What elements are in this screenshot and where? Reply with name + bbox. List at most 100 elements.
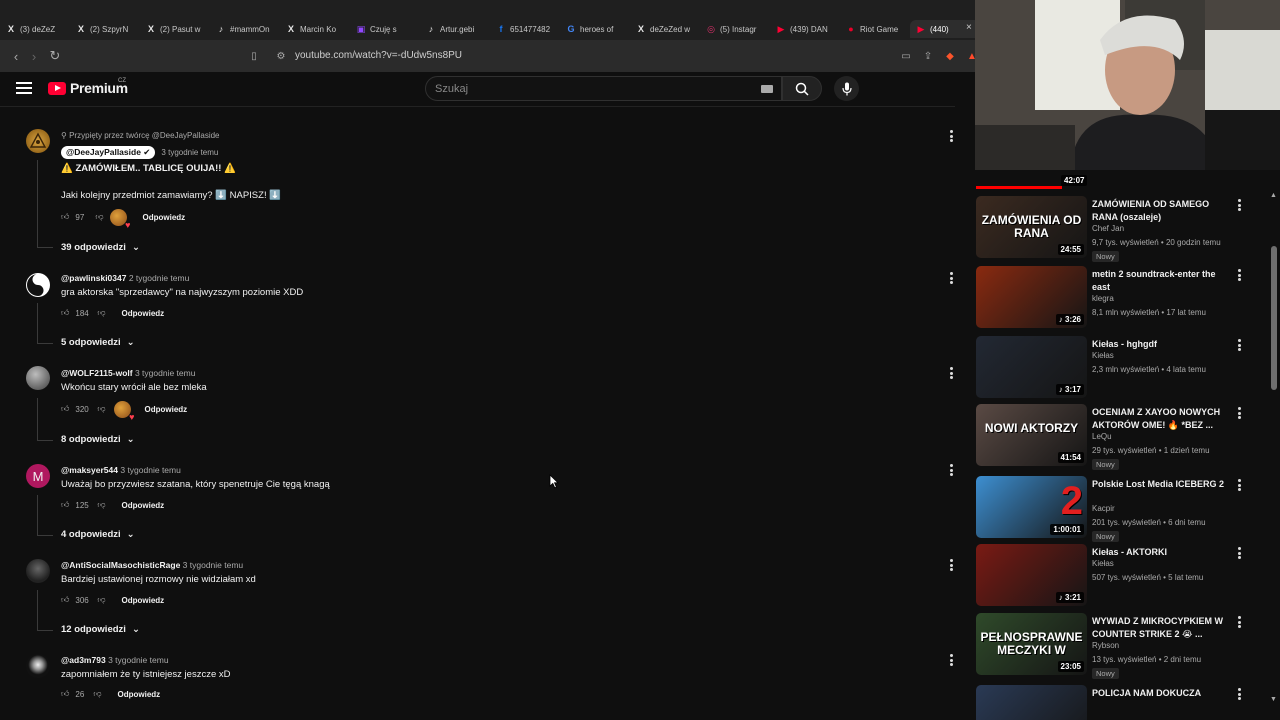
video-title[interactable]: Kiełas - AKTORKI (1092, 546, 1232, 559)
browser-tab[interactable]: X Marcin Ko (280, 20, 350, 38)
share-icon[interactable]: ⇪ (920, 47, 936, 65)
forward-icon[interactable]: › (24, 46, 44, 66)
avatar[interactable] (26, 654, 50, 678)
browser-tab[interactable]: ♪ #mammOn (210, 20, 280, 38)
recommended-video-card[interactable]: ♪ 3:26 metin 2 soundtrack-enter the east k… (975, 266, 1275, 330)
author-name[interactable]: @maksyer544 (61, 465, 118, 475)
browser-tab[interactable]: ♪ Artur.gebi (420, 20, 490, 38)
recommended-video-card[interactable]: NOWI AKTORZY 41:54 OCENIAM Z XAYOO NOWYCH … (975, 404, 1275, 470)
brave-shield-icon[interactable]: ◆ (942, 47, 958, 65)
browser-tab[interactable]: X (3) deZeZ (0, 20, 70, 38)
video-channel[interactable]: Rybson (1092, 641, 1119, 650)
site-settings-icon[interactable]: ⚙ (271, 46, 291, 66)
comment-menu-icon[interactable] (948, 654, 954, 666)
comment-time[interactable]: 3 tygodnie temu (120, 465, 180, 475)
video-menu-icon[interactable] (1236, 616, 1242, 628)
video-title[interactable]: metin 2 soundtrack-enter the east (1092, 268, 1232, 294)
avatar[interactable] (26, 273, 50, 297)
video-channel[interactable]: Kacpir (1092, 504, 1115, 513)
dislike-icon[interactable]: 👎︎ (93, 689, 101, 699)
search-button[interactable] (782, 76, 822, 101)
comment-menu-icon[interactable] (948, 559, 954, 571)
comment-time[interactable]: 2 tygodnie temu (129, 273, 189, 283)
view-replies-button[interactable]: 39 odpowiedzi ⌄ (61, 242, 140, 253)
avatar[interactable]: M (26, 464, 50, 488)
browser-tab[interactable]: X (2) Pasut w (140, 20, 210, 38)
dislike-icon[interactable]: 👎︎ (97, 500, 105, 510)
avatar[interactable] (26, 366, 50, 390)
video-thumbnail[interactable]: ♪ 3:21 (976, 544, 1087, 606)
back-icon[interactable]: ‹ (6, 46, 26, 66)
video-thumbnail[interactable]: ♪ 3:17 (976, 336, 1087, 398)
browser-tab[interactable]: ◎ (5) Instagr (700, 20, 770, 38)
video-title[interactable]: OCENIAM Z XAYOO NOWYCH AKTORÓW OME! 🔥 *B… (1092, 406, 1232, 432)
reply-button[interactable]: Odpowiedz (122, 596, 165, 605)
avatar[interactable] (26, 559, 50, 583)
dislike-icon[interactable]: 👎︎ (97, 308, 105, 318)
comment-time[interactable]: 3 tygodnie temu (135, 368, 195, 378)
like-icon[interactable]: 👍︎ (61, 689, 69, 699)
video-channel[interactable]: Kiełas (1092, 351, 1114, 360)
sidebar-scrollbar[interactable] (1271, 246, 1277, 390)
video-title[interactable]: POLICJA NAM DOKUCZA (1092, 687, 1232, 700)
video-menu-icon[interactable] (1236, 407, 1242, 419)
video-title[interactable]: Kiełas - hghgdf (1092, 338, 1232, 351)
view-replies-button[interactable]: 4 odpowiedzi ⌄ (61, 529, 135, 540)
reply-button[interactable]: Odpowiedz (143, 213, 186, 222)
avatar[interactable] (26, 129, 50, 153)
video-channel[interactable]: Chef Jan (1092, 224, 1124, 233)
like-icon[interactable]: 👍︎ (61, 404, 69, 414)
voice-search-button[interactable] (834, 76, 859, 101)
reply-button[interactable]: Odpowiedz (118, 690, 161, 699)
video-menu-icon[interactable] (1236, 199, 1242, 211)
video-thumbnail[interactable]: 2 1:00:01 (976, 476, 1087, 538)
video-title[interactable]: WYWIAD Z MIKROCYPKIEM W COUNTER STRIKE 2… (1092, 615, 1232, 641)
video-thumbnail[interactable]: PEŁNOSPRAWNE MECZYKI W 23:05 (976, 613, 1087, 675)
browser-tab[interactable]: ▣ Czuję s (350, 20, 420, 38)
video-title[interactable]: ZAMÓWIENIA OD SAMEGO RANA (oszaleje) (1092, 198, 1232, 224)
video-menu-icon[interactable] (1236, 547, 1242, 559)
video-channel[interactable]: LeQu (1092, 432, 1112, 441)
comment-time[interactable]: 3 tygodnie temu (161, 148, 218, 157)
comment-time[interactable]: 3 tygodnie temu (183, 560, 243, 570)
reply-button[interactable]: Odpowiedz (122, 501, 165, 510)
keyboard-icon[interactable] (761, 85, 773, 93)
reply-button[interactable]: Odpowiedz (145, 405, 188, 414)
author-name[interactable]: @pawlinski0347 (61, 273, 126, 283)
author-name[interactable]: @WOLF2115-wolf (61, 368, 133, 378)
video-title[interactable]: Polskie Lost Media ICEBERG 2 (1092, 478, 1232, 491)
recommended-video-card[interactable]: POLICJA NAM DOKUCZA (975, 685, 1275, 720)
browser-tab[interactable]: ▶ (439) DAN (770, 20, 840, 38)
recommended-video-card[interactable]: ♪ 3:21 Kiełas - AKTORKI Kiełas 507 tys. wyś… (975, 544, 1275, 608)
comment-menu-icon[interactable] (948, 130, 954, 142)
close-tab-icon[interactable]: × (966, 22, 972, 33)
install-app-icon[interactable]: ▭ (898, 47, 914, 65)
video-thumbnail[interactable] (976, 685, 1087, 720)
like-icon[interactable]: 👍︎ (61, 595, 69, 605)
browser-tab[interactable]: ● Riot Game (840, 20, 910, 38)
bookmark-icon[interactable]: ▯ (244, 46, 264, 66)
author-chip[interactable]: @DeeJayPallaside ✔ (61, 146, 156, 159)
video-menu-icon[interactable] (1236, 688, 1242, 700)
view-replies-button[interactable]: 12 odpowiedzi ⌄ (61, 624, 140, 635)
video-thumbnail[interactable]: ♪ 3:26 (976, 266, 1087, 328)
youtube-premium-logo[interactable]: Premium CZ (48, 78, 128, 96)
video-channel[interactable]: Kiełas (1092, 559, 1114, 568)
browser-tab[interactable]: f 651477482 (490, 20, 560, 38)
author-name[interactable]: @AntiSocialMasochisticRage (61, 560, 180, 570)
video-menu-icon[interactable] (1236, 269, 1242, 281)
dislike-icon[interactable]: 👎︎ (97, 595, 105, 605)
view-replies-button[interactable]: 8 odpowiedzi ⌄ (61, 434, 135, 445)
like-icon[interactable]: 👍︎ (61, 308, 69, 318)
author-name[interactable]: @ad3m793 (61, 655, 106, 665)
browser-tab[interactable]: XdeZeZed w (630, 20, 700, 38)
video-menu-icon[interactable] (1236, 339, 1242, 351)
view-replies-button[interactable]: 5 odpowiedzi ⌄ (61, 337, 135, 348)
recommended-video-card[interactable]: PEŁNOSPRAWNE MECZYKI W 23:05 WYWIAD Z MIKR… (975, 613, 1275, 679)
recommended-video-card[interactable]: ZAMÓWIENIA OD RANA 24:55 ZAMÓWIENIA OD SAM… (975, 196, 1275, 262)
dislike-icon[interactable]: 👎︎ (97, 404, 105, 414)
like-icon[interactable]: 👍︎ (61, 500, 69, 510)
comment-time[interactable]: 3 tygodnie temu (108, 655, 168, 665)
browser-tab[interactable]: X (2) SzpyrN (70, 20, 140, 38)
dislike-icon[interactable]: 👎︎ (95, 212, 103, 222)
